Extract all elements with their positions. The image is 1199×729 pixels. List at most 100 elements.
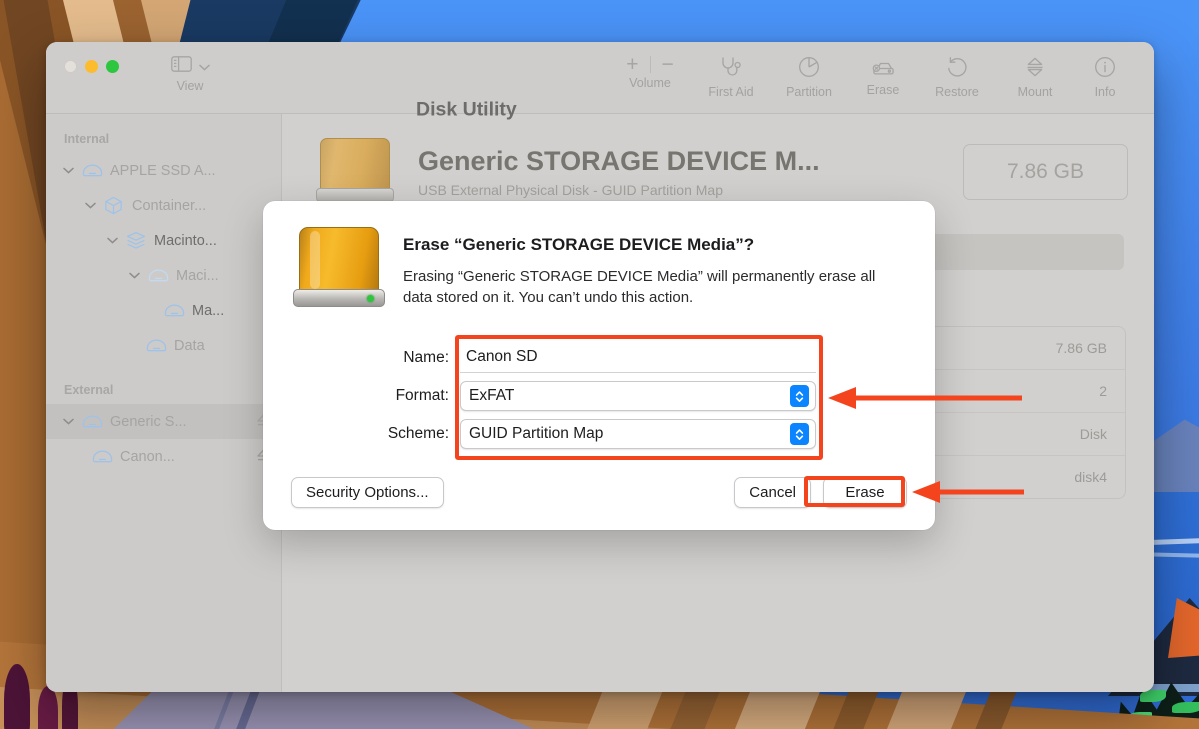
toolbar-info-label: Info xyxy=(1094,85,1116,99)
minus-icon[interactable]: − xyxy=(662,54,674,75)
drive-icon xyxy=(164,303,186,318)
info-value: 2 xyxy=(1099,383,1107,399)
sidebar-item-label: APPLE SSD A... xyxy=(110,162,216,179)
chevron-down-icon[interactable] xyxy=(104,237,120,244)
info-value: Disk xyxy=(1079,426,1107,442)
toolbar-partition-button[interactable]: Partition xyxy=(770,52,848,99)
chevron-down-icon[interactable] xyxy=(82,202,98,209)
sidebar-item-label: Generic S... xyxy=(110,413,187,430)
toolbar-restore-button[interactable]: Restore xyxy=(918,52,996,99)
wallpaper-cactus xyxy=(4,664,30,729)
toolbar-partition-label: Partition xyxy=(786,85,832,99)
format-field-label: Format: xyxy=(395,387,449,404)
sidebar-item-label: Container... xyxy=(132,197,207,214)
cancel-button[interactable]: Cancel xyxy=(734,477,811,508)
toolbar-info-button[interactable]: Info xyxy=(1074,52,1136,99)
external-hard-drive-icon xyxy=(312,136,398,208)
zoom-button[interactable] xyxy=(106,60,119,73)
toolbar-right-group: + − Volume First Aid Partition Erase Res… xyxy=(608,52,1136,99)
window-toolbar: View Disk Utility + − Volume First Aid P… xyxy=(46,42,1154,121)
volume-group-icon xyxy=(126,231,148,250)
sidebar-section-internal-header: Internal xyxy=(64,132,110,146)
plus-icon[interactable]: + xyxy=(626,54,638,75)
chevron-down-icon[interactable] xyxy=(198,58,210,76)
sidebar-item-macintosh-hd[interactable]: Ma... xyxy=(46,293,281,328)
divider xyxy=(649,56,651,73)
chevron-down-icon[interactable] xyxy=(60,167,76,174)
security-options-button[interactable]: Security Options... xyxy=(291,477,444,508)
sidebar-item-macintosh-group[interactable]: Macinto... xyxy=(46,223,281,258)
drive-icon xyxy=(146,338,168,353)
drive-icon xyxy=(92,449,114,464)
dialog-footer: Security Options... Cancel Erase xyxy=(291,477,907,508)
sidebar-section-external-header: External xyxy=(64,383,114,397)
wallpaper-leaf xyxy=(1172,702,1199,713)
erase-disk-icon xyxy=(871,56,895,81)
desktop: View Disk Utility + − Volume First Aid P… xyxy=(0,0,1199,729)
sidebar-item-macintosh-volume[interactable]: Maci... xyxy=(46,258,281,293)
sidebar-item-data[interactable]: Data xyxy=(46,328,281,363)
chevron-down-icon[interactable] xyxy=(126,272,142,279)
toolbar-restore-label: Restore xyxy=(935,85,979,99)
erase-confirmation-dialog: Erase “Generic STORAGE DEVICE Media”? Er… xyxy=(263,201,935,530)
chevron-updown-icon[interactable] xyxy=(790,423,809,445)
chevron-down-icon[interactable] xyxy=(60,418,76,425)
pie-chart-icon xyxy=(798,56,820,83)
info-value: 7.86 GB xyxy=(1055,340,1107,356)
toolbar-view-button[interactable]: View xyxy=(152,52,228,93)
mount-icon xyxy=(1024,56,1046,83)
drive-icon xyxy=(82,163,104,178)
disk-header: Generic STORAGE DEVICE M... USB External… xyxy=(304,132,1132,208)
sidebar-item-canon[interactable]: Canon... xyxy=(46,439,281,474)
sidebar-item-generic-storage[interactable]: Generic S... xyxy=(46,404,281,439)
format-select-value: ExFAT xyxy=(469,387,515,404)
undo-arrow-icon xyxy=(946,56,968,83)
sidebar-item-label: Macinto... xyxy=(154,232,217,249)
scheme-select[interactable]: GUID Partition Map xyxy=(460,419,816,449)
dialog-header: Erase “Generic STORAGE DEVICE Media”? Er… xyxy=(291,227,907,322)
toolbar-volume-group: + − Volume xyxy=(608,52,692,90)
container-icon xyxy=(104,196,126,215)
close-button[interactable] xyxy=(64,60,77,73)
toolbar-left-group: View xyxy=(152,42,228,93)
format-field-row: Format: ExFAT xyxy=(337,380,907,412)
erase-form: Name: Format: ExFAT xyxy=(291,342,907,450)
scheme-field-label: Scheme: xyxy=(387,425,449,442)
format-select[interactable]: ExFAT xyxy=(460,381,816,411)
info-circle-icon xyxy=(1094,56,1116,83)
traffic-lights xyxy=(46,42,152,73)
name-field-label: Name: xyxy=(403,349,449,366)
sidebar-item-container[interactable]: Container... xyxy=(46,188,281,223)
toolbar-mount-label: Mount xyxy=(1017,85,1053,99)
toolbar-volume-label: Volume xyxy=(629,76,671,90)
toolbar-erase-button[interactable]: Erase xyxy=(848,52,918,97)
chevron-updown-icon[interactable] xyxy=(790,385,809,407)
toolbar-mount-button[interactable]: Mount xyxy=(996,52,1074,99)
toolbar-view-label: View xyxy=(176,79,204,93)
page-title: Disk Utility xyxy=(416,98,517,121)
stethoscope-icon xyxy=(719,56,743,83)
erase-button[interactable]: Erase xyxy=(823,477,907,508)
name-input[interactable] xyxy=(460,343,816,373)
info-value: disk4 xyxy=(1074,469,1107,485)
toolbar-first-aid-button[interactable]: First Aid xyxy=(692,52,770,99)
sidebar-item-apple-ssd[interactable]: APPLE SSD A... xyxy=(46,153,281,188)
sidebar-item-label: Canon... xyxy=(120,448,175,465)
capacity-badge: 7.86 GB xyxy=(963,144,1128,200)
sidebar: Internal APPLE SSD A... Container... Mac… xyxy=(46,114,282,692)
dialog-message: Erasing “Generic STORAGE DEVICE Media” w… xyxy=(403,268,876,307)
drive-icon xyxy=(148,268,170,283)
external-hard-drive-icon xyxy=(291,227,385,322)
sidebar-item-label: Maci... xyxy=(176,267,219,284)
disk-subtitle: USB External Physical Disk - GUID Partit… xyxy=(418,182,723,198)
drive-icon xyxy=(82,414,104,429)
minimize-button[interactable] xyxy=(85,60,98,73)
scheme-select-value: GUID Partition Map xyxy=(469,425,604,442)
dialog-title: Erase “Generic STORAGE DEVICE Media”? xyxy=(403,235,755,254)
toolbar-first-aid-label: First Aid xyxy=(708,85,754,99)
wallpaper-cactus xyxy=(38,686,58,729)
sidebar-item-label: Data xyxy=(174,337,205,354)
scheme-field-row: Scheme: GUID Partition Map xyxy=(337,418,907,450)
sidebar-item-label: Ma... xyxy=(192,302,225,319)
toolbar-erase-label: Erase xyxy=(866,83,900,97)
